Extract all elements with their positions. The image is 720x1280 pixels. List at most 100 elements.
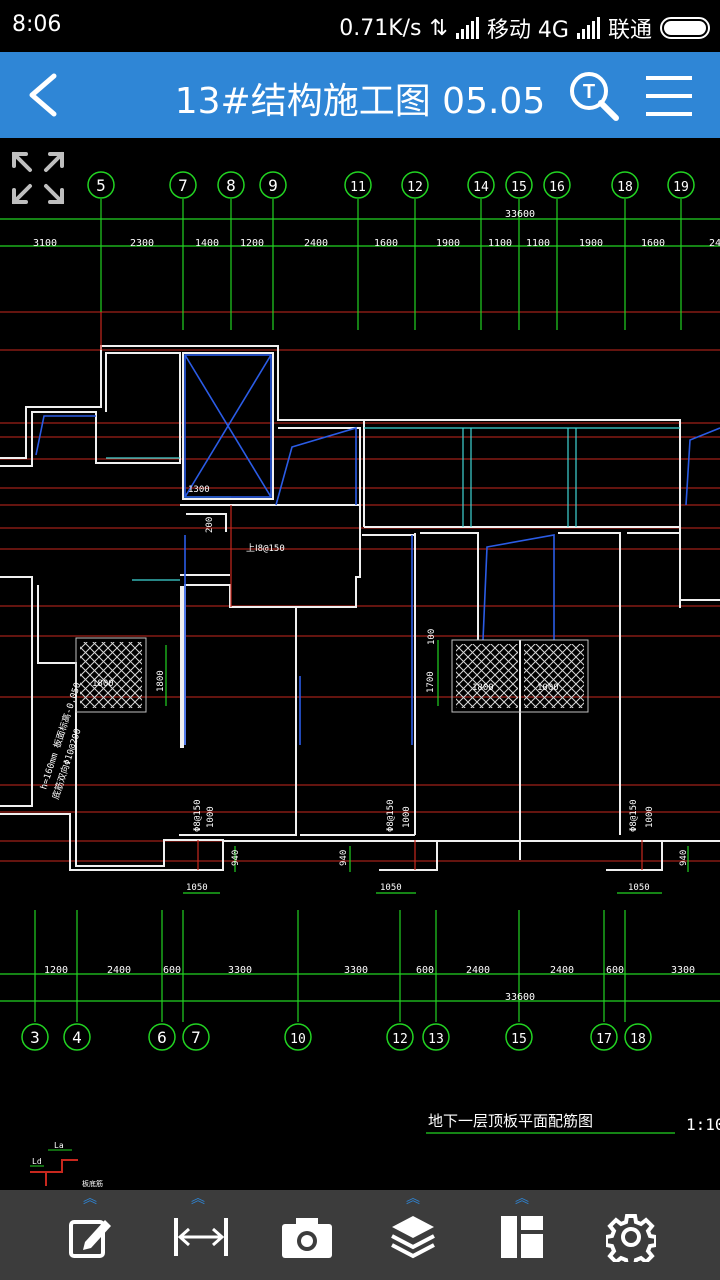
dim-bottom: 600 xyxy=(163,965,181,976)
axis-label-top: 14 xyxy=(473,180,489,195)
measure-icon xyxy=(174,1218,228,1256)
axis-label-bottom: 10 xyxy=(290,1032,306,1047)
dim-bottom: 1200 xyxy=(44,965,68,976)
axis-label-top: 5 xyxy=(96,176,106,195)
axis-label-top: 8 xyxy=(226,176,236,195)
rebar-note-3: Φ8@150 xyxy=(629,799,639,832)
detail-note: 板底筋 xyxy=(82,1179,103,1188)
data-transfer-icon: ⇅ xyxy=(429,15,448,41)
dim-top: 1600 xyxy=(641,238,665,249)
dim-top: 1200 xyxy=(240,238,264,249)
axis-label-bottom: 18 xyxy=(630,1032,646,1047)
dim-1300: 1300 xyxy=(188,485,210,495)
drawing-scale: 1:100 xyxy=(686,1115,720,1134)
axis-label-bottom: 15 xyxy=(511,1032,527,1047)
chevron-up-icon: ︽ xyxy=(515,1191,529,1207)
dim-940-b: 940 xyxy=(339,850,349,866)
dim-total-bottom: 33600 xyxy=(505,992,535,1003)
dim-1050-b: 1050 xyxy=(380,883,402,893)
dim-top: 2300 xyxy=(130,238,154,249)
dim-940-c: 940 xyxy=(679,850,689,866)
chevron-up-icon: ︽ xyxy=(83,1191,97,1207)
measure-button[interactable]: ︽ xyxy=(148,1190,248,1280)
dim-bottom: 2400 xyxy=(466,965,490,976)
axis-label-bottom: 17 xyxy=(596,1032,612,1047)
dim-1050-a: 1050 xyxy=(186,883,208,893)
axis-label-top: 12 xyxy=(407,180,423,195)
layout-button[interactable]: ︽ xyxy=(472,1190,572,1280)
axis-label-top: 9 xyxy=(268,176,278,195)
settings-icon xyxy=(606,1214,656,1262)
layout-icon xyxy=(501,1216,543,1258)
text-search-icon[interactable]: T xyxy=(568,70,620,122)
dim-top: 1900 xyxy=(579,238,603,249)
dim-top: 1100 xyxy=(526,238,550,249)
axis-label-top: 11 xyxy=(350,180,366,195)
axis-label-bottom: 4 xyxy=(72,1028,82,1047)
dim-top: 1400 xyxy=(195,238,219,249)
dim-top: 1600 xyxy=(374,238,398,249)
carrier-1: 移动 4G xyxy=(486,18,569,43)
layers-button[interactable]: ︽ xyxy=(363,1190,463,1280)
dim-1050-c: 1050 xyxy=(628,883,650,893)
drawing-canvas[interactable]: 5 7 8 9 11 12 14 15 16 18 19 3 4 6 7 10 … xyxy=(0,138,720,1190)
rebar-note-1: Φ8@150 xyxy=(193,799,203,832)
axis-label-top: 7 xyxy=(178,176,188,195)
status-right: 0.71K/s ⇅ 移动 4G 联通 xyxy=(339,12,710,44)
fullscreen-icon[interactable] xyxy=(10,150,66,206)
dim-1000-e: 1000 xyxy=(645,806,655,828)
edit-icon xyxy=(69,1220,111,1258)
dim-bottom: 3300 xyxy=(228,965,252,976)
upper-bar-note: 上Ⅰ8@150 xyxy=(246,543,285,554)
dim-100: 100 xyxy=(427,629,437,645)
axis-label-bottom: 6 xyxy=(157,1028,167,1047)
network-speed: 0.71K/s xyxy=(339,15,422,41)
chevron-up-icon: ︽ xyxy=(406,1191,420,1207)
camera-icon xyxy=(282,1218,332,1258)
dim-bottom: 3300 xyxy=(671,965,695,976)
dim-1000-c: 1000 xyxy=(206,806,216,828)
detail-la: La xyxy=(54,1141,64,1150)
signal-icon-2 xyxy=(576,17,600,39)
dim-bottom: 600 xyxy=(416,965,434,976)
carrier-2: 联通 xyxy=(607,18,652,43)
walls xyxy=(0,345,720,871)
menu-icon[interactable] xyxy=(642,72,696,122)
axis-label-top: 19 xyxy=(673,180,689,195)
status-time: 8:06 xyxy=(12,12,62,37)
hatched-columns xyxy=(75,637,589,713)
dim-1800-a: 1800 xyxy=(92,679,114,689)
dim-bottom: 2400 xyxy=(107,965,131,976)
dim-bottom: 3300 xyxy=(344,965,368,976)
dim-total-top: 33600 xyxy=(505,209,535,220)
axis-label-bottom: 7 xyxy=(191,1028,201,1047)
dim-bottom: 600 xyxy=(606,965,624,976)
dim-bottom: 2400 xyxy=(550,965,574,976)
red-guide-lines xyxy=(0,311,720,862)
dim-200: 200 xyxy=(205,517,215,533)
dim-top: 24 xyxy=(709,238,720,249)
dim-1700: 1700 xyxy=(426,671,436,693)
edit-button[interactable]: ︽ xyxy=(40,1190,140,1280)
rebar-note-2: Φ8@150 xyxy=(386,799,396,832)
settings-button[interactable] xyxy=(581,1190,681,1280)
camera-button[interactable] xyxy=(255,1190,355,1280)
bottom-toolbar: ︽ ︽ ︽ ︽ xyxy=(0,1190,720,1280)
dim-1000-d: 1000 xyxy=(402,806,412,828)
dim-top: 3100 xyxy=(33,238,57,249)
axis-label-top: 16 xyxy=(549,180,565,195)
battery-icon xyxy=(660,17,710,39)
chevron-up-icon: ︽ xyxy=(191,1191,205,1207)
dim-top: 2400 xyxy=(304,238,328,249)
axis-bubbles-bottom xyxy=(21,1023,652,1051)
signal-icon xyxy=(455,17,479,39)
dim-940-a: 940 xyxy=(231,850,241,866)
dim-1800-c: 1800 xyxy=(472,683,494,693)
layers-icon xyxy=(391,1216,435,1259)
axis-label-bottom: 13 xyxy=(428,1032,444,1047)
status-bar: 8:06 0.71K/s ⇅ 移动 4G 联通 xyxy=(0,0,720,52)
axis-label-top: 18 xyxy=(617,180,633,195)
dim-top: 1900 xyxy=(436,238,460,249)
drawing-title: 地下一层顶板平面配筋图 xyxy=(428,1112,593,1130)
title-bar: 13#结构施工图 05.05 T xyxy=(0,52,720,138)
